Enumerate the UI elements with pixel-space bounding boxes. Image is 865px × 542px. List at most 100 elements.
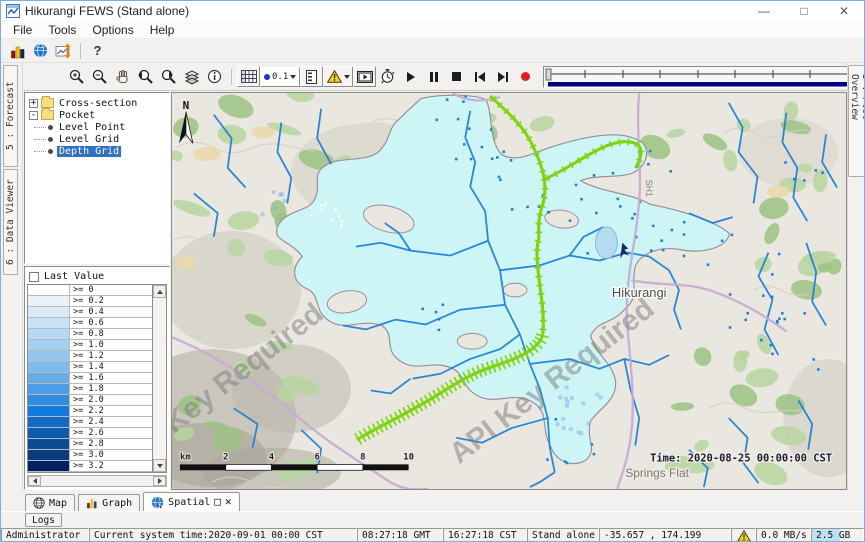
legend-swatch [28, 296, 70, 306]
legend-swatch [28, 318, 70, 328]
tab-map-label: Map [49, 498, 67, 509]
main-area: + Cross-section-PocketLevel PointLevel Gr… [23, 91, 847, 491]
legend-row: >= 3.0 [28, 450, 152, 461]
maximize-button[interactable]: □ [784, 1, 824, 21]
logs-button[interactable]: Logs [25, 513, 62, 527]
zoom-out-icon[interactable] [88, 66, 111, 87]
step-back-button[interactable] [468, 66, 491, 87]
tree-item-pocket[interactable]: -Pocket [28, 109, 168, 121]
legend-row: >= 3.2 [28, 461, 152, 472]
side-tab-forecast[interactable]: 5 : Forecast [3, 65, 18, 167]
minimize-button[interactable]: — [744, 1, 784, 21]
app-icon [6, 4, 20, 18]
animation-settings-icon[interactable] [376, 66, 399, 87]
info-icon[interactable] [203, 66, 226, 87]
warning-dropdown[interactable] [323, 66, 353, 87]
tab-spatial[interactable]: Spatial □ ✕ [143, 492, 239, 511]
legend-row: >= 0 [28, 285, 152, 296]
left-tab-strip: 5 : Forecast 6 : Data Viewer [1, 63, 23, 491]
tree-expander-icon[interactable]: - [29, 111, 38, 120]
legend-swatch [28, 428, 70, 438]
svg-text:8: 8 [360, 452, 365, 462]
globe-icon[interactable] [29, 40, 52, 61]
scroll-up-button[interactable] [153, 285, 166, 298]
status-warning-cell[interactable] [731, 528, 756, 542]
map-view[interactable]: API Key Required API Key Required Hikura… [171, 92, 847, 490]
tab-spatial-label: Spatial [168, 497, 210, 508]
locality-label: Springs Flat [625, 466, 689, 480]
legend-horizontal-scrollbar[interactable] [27, 475, 167, 487]
bullet-icon [48, 125, 53, 130]
tree-item-label: Cross-section [57, 98, 139, 109]
warning-icon [737, 530, 751, 542]
town-label: Hikurangi [612, 285, 667, 300]
legend-row: >= 1.4 [28, 362, 152, 373]
menu-options[interactable]: Options [84, 23, 141, 37]
movie-player-icon[interactable] [353, 66, 376, 87]
status-user: Administrator [1, 528, 89, 542]
zoom-previous-icon[interactable] [134, 66, 157, 87]
menu-file[interactable]: File [5, 23, 40, 37]
legend-vertical-scrollbar[interactable] [152, 285, 166, 472]
zoom-in-icon[interactable] [65, 66, 88, 87]
menu-help[interactable]: Help [142, 23, 183, 37]
legend-value-label: >= 0.6 [70, 318, 152, 328]
side-tab-data-viewer[interactable]: 6 : Data Viewer [3, 169, 18, 275]
map-tab-globe-icon [33, 497, 45, 509]
spatial-display-icon[interactable] [52, 40, 75, 61]
zoom-next-icon[interactable] [157, 66, 180, 87]
classification-legend-icon[interactable] [300, 66, 323, 87]
scroll-down-button[interactable] [153, 459, 166, 472]
tree-item-depth-grid[interactable]: Depth Grid [28, 145, 168, 157]
legend-row: >= 1.2 [28, 351, 152, 362]
legend-value-label: >= 2.0 [70, 395, 152, 405]
tab-map[interactable]: Map [25, 494, 75, 511]
side-tab-plot-overview[interactable]: 3 : Plot Overview [848, 65, 865, 177]
last-value-checkbox[interactable] [29, 272, 39, 282]
threshold-dot-icon [264, 74, 270, 80]
legend-value-label: >= 1.8 [70, 384, 152, 394]
tab-restore-icon[interactable]: □ [214, 497, 221, 507]
help-button[interactable]: ? [86, 40, 109, 61]
tab-graph[interactable]: Graph [78, 494, 140, 511]
record-button[interactable] [514, 66, 537, 87]
legend-swatch [28, 340, 70, 350]
scroll-left-button[interactable] [28, 476, 41, 486]
pause-button[interactable] [422, 66, 445, 87]
play-button[interactable] [399, 66, 422, 87]
legend-panel: Last Value >= 0>= 0.2>= 0.4>= 0.6>= 0.8>… [24, 266, 170, 490]
legend-swatch [28, 450, 70, 460]
grid-display-icon[interactable] [237, 66, 260, 87]
status-system-time: Current system time:2020-09-01 00:00 CST [89, 528, 357, 542]
lake [595, 227, 617, 259]
legend-row: >= 2.2 [28, 406, 152, 417]
legend-row: >= 2.6 [28, 428, 152, 439]
layers-icon[interactable] [180, 66, 203, 87]
step-forward-button[interactable] [491, 66, 514, 87]
tree-item-level-grid[interactable]: Level Grid [28, 133, 168, 145]
spatial-tab-globe-icon [151, 496, 164, 509]
explorer-bars-icon[interactable] [6, 40, 29, 61]
toolbar-separator [231, 69, 232, 85]
menu-tools[interactable]: Tools [40, 23, 84, 37]
tree-expander-icon[interactable]: + [29, 99, 38, 108]
tree-item-level-point[interactable]: Level Point [28, 121, 168, 133]
scroll-right-button[interactable] [153, 476, 166, 486]
threshold-dropdown[interactable]: 0.1 [260, 67, 300, 87]
legend-row: >= 1.0 [28, 340, 152, 351]
graph-tab-bars-icon [86, 497, 98, 509]
tab-close-icon[interactable]: ✕ [225, 497, 232, 507]
title-bar[interactable]: Hikurangi FEWS (Stand alone) — □ ✕ [1, 1, 864, 21]
legend-value-label: >= 3.0 [70, 450, 152, 460]
toolbar-separator [80, 43, 81, 59]
close-button[interactable]: ✕ [824, 1, 864, 21]
legend-value-label: >= 3.2 [70, 461, 152, 471]
pan-hand-icon[interactable] [111, 66, 134, 87]
legend-swatch [28, 351, 70, 361]
time-slider[interactable] [543, 66, 855, 88]
stop-button[interactable] [445, 66, 468, 87]
tree-item-label: Depth Grid [57, 146, 121, 157]
svg-text:6: 6 [314, 452, 319, 462]
logs-row: Logs [1, 511, 864, 528]
legend-value-label: >= 1.0 [70, 340, 152, 350]
